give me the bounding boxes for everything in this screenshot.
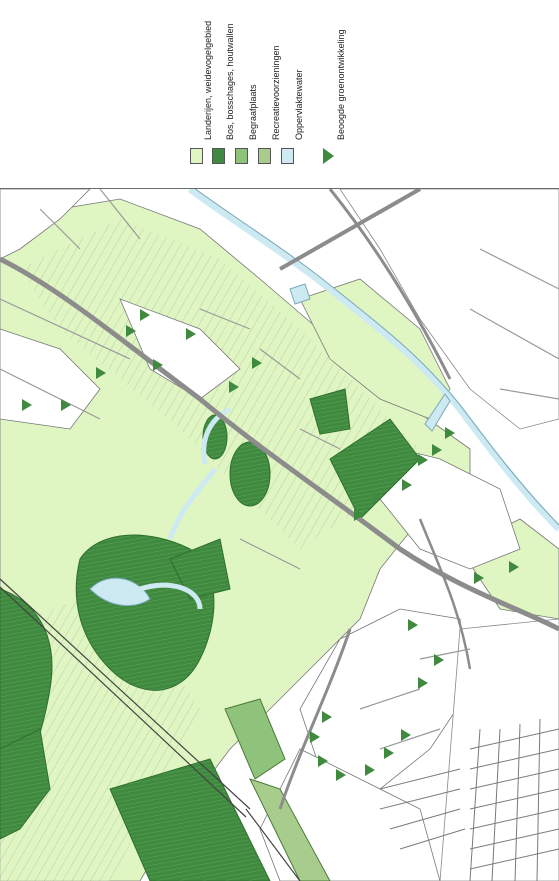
legend-item-meadow: Landerijen, weidevogelgebied <box>187 0 213 188</box>
green-triangle-icon <box>323 148 334 164</box>
map-legend: Landerijen, weidevogelgebied Bos, bossch… <box>0 0 559 188</box>
light-blue-square-icon <box>281 148 294 164</box>
legend-item-recreation: Recreatievoorzieningen <box>255 0 281 188</box>
legend-item-cemetery: Begraafplaats <box>232 0 258 188</box>
medium-green-square-icon <box>258 148 271 164</box>
legend-label: Oppervlaktewater <box>294 69 304 140</box>
built-up-area <box>439 618 559 881</box>
land-use-map <box>0 189 559 881</box>
legend-item-water: Oppervlaktewater <box>278 0 304 188</box>
legend-item-green-development: Beoogde groenontwikkeling <box>320 0 346 188</box>
legend-label: Beoogde groenontwikkeling <box>336 29 346 140</box>
light-green-square-icon <box>190 148 203 164</box>
dark-green-square-icon <box>212 148 225 164</box>
medium-green-square-icon <box>235 148 248 164</box>
legend-item-forest: Bos, bosschages, houtwallen <box>209 0 235 188</box>
